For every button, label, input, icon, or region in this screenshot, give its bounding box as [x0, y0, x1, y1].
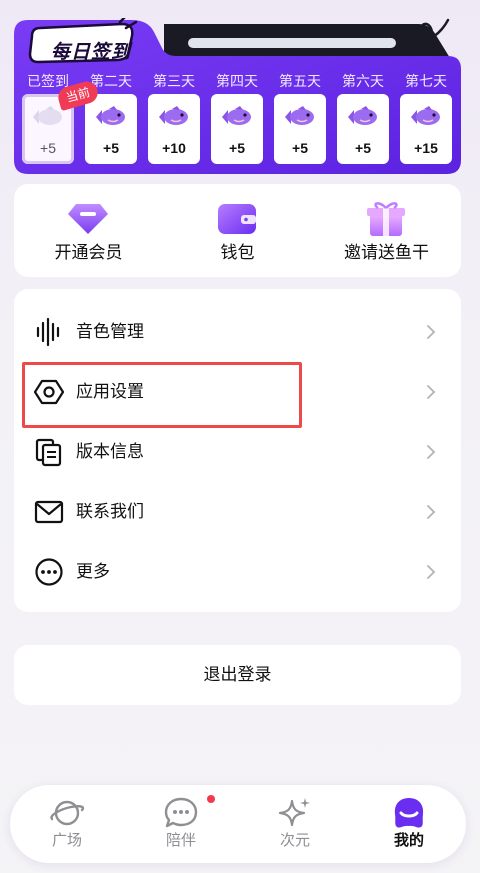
menu-item-label: 音色管理 — [76, 322, 144, 341]
menu-item-label: 版本信息 — [76, 442, 144, 461]
fish-icon — [222, 106, 251, 125]
reward-amount: +10 — [162, 140, 186, 156]
chevron-right-icon — [427, 505, 436, 519]
checkin-day-tile[interactable]: +15 — [400, 94, 452, 164]
checkin-title: 每日签到 — [50, 42, 131, 63]
more-dots-icon — [35, 558, 63, 586]
bottom-navigation: 广场 陪伴 次元 我的 — [10, 785, 466, 863]
reward-amount: +15 — [414, 140, 438, 156]
day-label: 第四天 — [216, 73, 258, 89]
nav-tab-label: 次元 — [279, 832, 310, 849]
reward-amount: +5 — [355, 140, 371, 156]
nav-tab-label: 陪伴 — [165, 832, 196, 849]
reward-amount: +5 — [103, 140, 119, 156]
fish-icon — [159, 106, 188, 125]
planet-icon — [50, 800, 85, 826]
sparkle-icon — [278, 798, 310, 827]
reward-amount: +5 — [229, 140, 245, 156]
nav-tab-label: 我的 — [393, 832, 424, 849]
reward-amount: +5 — [292, 140, 308, 156]
logout-button[interactable]: 退出登录 — [14, 645, 461, 705]
quick-action-label: 开通会员 — [54, 243, 123, 262]
profile-blob-icon — [394, 798, 424, 828]
menu-item-label: 更多 — [76, 562, 110, 581]
fish-icon — [285, 106, 314, 125]
fish-icon — [96, 106, 125, 125]
chevron-right-icon — [427, 385, 436, 399]
checkin-day-tile[interactable]: +10 — [148, 94, 200, 164]
fish-icon — [33, 106, 62, 125]
menu-item-label: 应用设置 — [76, 382, 144, 401]
quick-actions-card: 开通会员 钱包 邀请送鱼干 — [14, 184, 461, 277]
daily-checkin-card: 每日签到 已签到 第二天 第三天 第四天 第五天 第六天 第七天 +5 +5 +… — [14, 18, 461, 174]
day-label: 第五天 — [279, 73, 321, 89]
day-label: 第七天 — [405, 73, 447, 89]
checkin-progress-pill — [188, 38, 396, 48]
fish-icon — [411, 106, 440, 125]
quick-action-wallet[interactable]: 钱包 — [163, 184, 312, 277]
menu-item-version-info[interactable]: 版本信息 — [14, 421, 461, 481]
nav-tab-dimension[interactable]: 次元 — [238, 785, 352, 863]
menu-item-label: 联系我们 — [76, 502, 144, 521]
voice-wave-icon — [36, 317, 60, 347]
day-label: 第三天 — [153, 73, 195, 89]
quick-action-label: 钱包 — [220, 243, 255, 262]
day-label: 第六天 — [342, 73, 384, 89]
chat-bubble-icon — [164, 797, 198, 828]
menu-item-contact-us[interactable]: 联系我们 — [14, 481, 461, 541]
settings-menu: 音色管理 应用设置 版本信息 联系我们 更多 — [14, 289, 461, 612]
chevron-right-icon — [427, 445, 436, 459]
nav-tab-companion[interactable]: 陪伴 — [124, 785, 238, 863]
mail-icon — [34, 500, 64, 524]
vip-diamond-icon — [68, 204, 108, 234]
quick-action-vip[interactable]: 开通会员 — [14, 184, 163, 277]
fish-icon — [348, 106, 377, 125]
checkin-day-tile[interactable]: +5 — [85, 94, 137, 164]
hanging-loop-icon — [406, 18, 450, 56]
nav-tab-plaza[interactable]: 广场 — [10, 785, 124, 863]
nav-tab-mine[interactable]: 我的 — [352, 785, 466, 863]
nav-tab-label: 广场 — [51, 832, 82, 849]
version-copy-icon — [35, 438, 62, 467]
quick-action-invite[interactable]: 邀请送鱼干 — [312, 184, 461, 277]
menu-item-app-settings[interactable]: 应用设置 — [14, 361, 461, 421]
checkin-day-tile[interactable]: +5 — [274, 94, 326, 164]
menu-item-more[interactable]: 更多 — [14, 541, 461, 601]
quick-action-label: 邀请送鱼干 — [344, 243, 429, 262]
chevron-right-icon — [427, 325, 436, 339]
reward-amount: +5 — [40, 140, 56, 156]
settings-hexagon-icon — [34, 379, 64, 405]
wallet-icon — [218, 204, 256, 234]
checkin-day-tile[interactable]: +5 — [337, 94, 389, 164]
gift-icon — [367, 202, 405, 236]
chevron-right-icon — [427, 565, 436, 579]
menu-item-voice-management[interactable]: 音色管理 — [14, 301, 461, 361]
notification-dot — [207, 795, 215, 803]
checkin-day-tile[interactable]: +5 — [211, 94, 263, 164]
